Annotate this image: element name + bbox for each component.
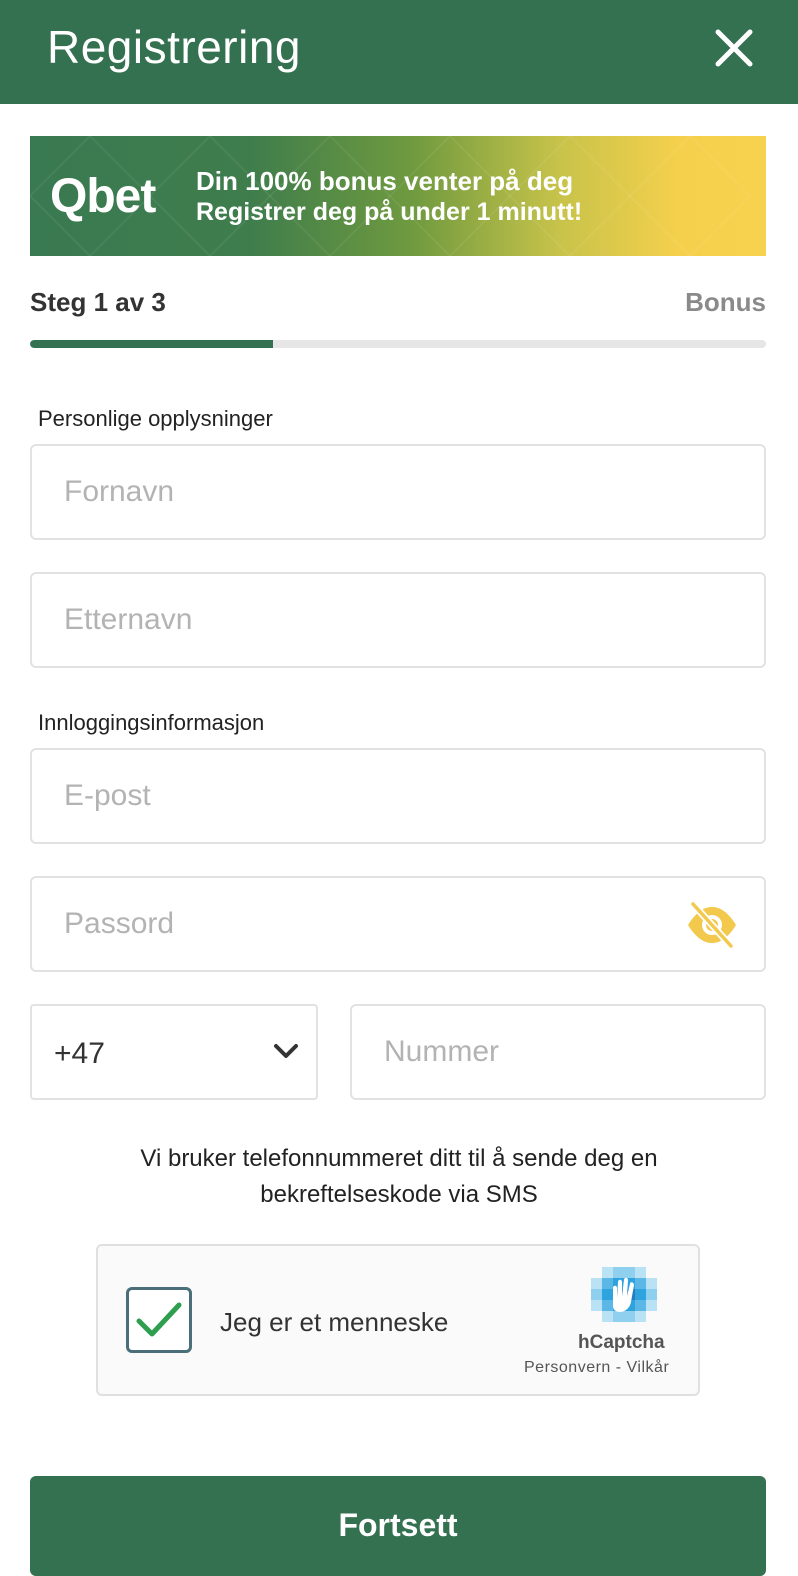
last-name-input[interactable]	[64, 574, 684, 666]
hcaptcha-logo-icon	[591, 1267, 657, 1322]
toggle-password-visibility-button[interactable]	[684, 900, 740, 950]
header-bar: Registrering	[0, 0, 798, 104]
terms-link[interactable]: Vilkår	[627, 1359, 670, 1376]
email-input[interactable]	[64, 750, 684, 842]
captcha-checkbox[interactable]	[126, 1287, 192, 1353]
phone-number-input[interactable]	[384, 1006, 744, 1098]
close-button[interactable]	[706, 20, 762, 76]
page-title: Registrering	[47, 21, 301, 73]
hcaptcha-widget: Jeg er et menneske hCaptcha Personvern -…	[96, 1244, 700, 1396]
chevron-down-icon	[274, 1044, 298, 1058]
hcaptcha-brand: hCaptcha	[578, 1332, 665, 1353]
captcha-links: Personvern - Vilkår	[524, 1359, 669, 1377]
phone-number-field	[350, 1004, 766, 1100]
password-input[interactable]	[64, 878, 684, 970]
next-step-label: Bonus	[685, 287, 766, 317]
privacy-link[interactable]: Personvern	[524, 1359, 611, 1376]
step-counter: Steg 1 av 3	[30, 287, 166, 317]
section-label-personal: Personlige opplysninger	[38, 406, 273, 431]
progress-bar	[30, 340, 766, 348]
checkmark-icon	[136, 1302, 182, 1337]
sms-info-text: Vi bruker telefonnummeret ditt til å sen…	[140, 1145, 658, 1208]
email-field	[30, 748, 766, 844]
country-code-select[interactable]: +47	[30, 1004, 318, 1100]
progress-fill	[30, 340, 273, 348]
continue-button[interactable]: Fortsett	[30, 1476, 766, 1576]
last-name-field	[30, 572, 766, 668]
password-field	[30, 876, 766, 972]
captcha-link-separator: -	[610, 1359, 627, 1376]
promo-banner: Qbet Din 100% bonus venter på deg Regist…	[30, 136, 766, 256]
captcha-label: Jeg er et menneske	[220, 1307, 449, 1337]
banner-headline: Din 100% bonus venter på deg	[196, 166, 574, 196]
banner-subline: Registrer deg på under 1 minutt!	[196, 198, 583, 226]
close-icon	[715, 29, 753, 67]
first-name-field	[30, 444, 766, 540]
first-name-input[interactable]	[64, 446, 684, 538]
eye-off-icon	[688, 900, 736, 950]
country-code-value: +47	[54, 1037, 105, 1070]
qbet-logo: Qbet	[50, 170, 156, 223]
section-label-login: Innloggingsinformasjon	[38, 710, 265, 735]
